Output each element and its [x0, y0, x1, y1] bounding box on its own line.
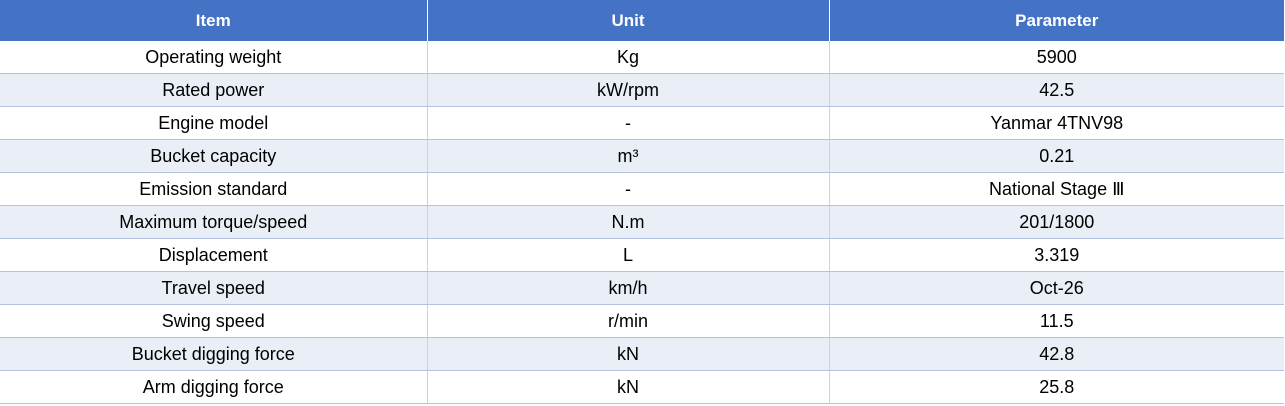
table-row: Bucket capacity m³ 0.21: [0, 139, 1284, 173]
cell-parameter: 3.319: [829, 238, 1284, 272]
cell-item: Displacement: [0, 238, 428, 272]
header-unit: Unit: [427, 0, 830, 41]
cell-item: Operating weight: [0, 41, 428, 74]
spec-table-body: Operating weight Kg 5900 Rated power kW/…: [0, 41, 1284, 404]
cell-item: Bucket digging force: [0, 337, 428, 371]
table-row: Bucket digging force kN 42.8: [0, 337, 1284, 371]
cell-item: Maximum torque/speed: [0, 205, 428, 239]
cell-item: Rated power: [0, 73, 428, 107]
table-row: Rated power kW/rpm 42.5: [0, 73, 1284, 107]
cell-parameter: 11.5: [829, 304, 1284, 338]
cell-unit: kN: [427, 370, 830, 404]
cell-parameter: 201/1800: [829, 205, 1284, 239]
cell-parameter: 25.8: [829, 370, 1284, 404]
table-row: Swing speed r/min 11.5: [0, 304, 1284, 338]
cell-unit: -: [427, 106, 830, 140]
cell-parameter: National Stage Ⅲ: [829, 172, 1284, 206]
cell-unit: km/h: [427, 271, 830, 305]
cell-parameter: 0.21: [829, 139, 1284, 173]
header-item: Item: [0, 0, 428, 41]
table-row: Maximum torque/speed N.m 201/1800: [0, 205, 1284, 239]
cell-unit: kW/rpm: [427, 73, 830, 107]
cell-item: Swing speed: [0, 304, 428, 338]
cell-unit: kN: [427, 337, 830, 371]
table-row: Displacement L 3.319: [0, 238, 1284, 272]
header-parameter: Parameter: [829, 0, 1284, 41]
cell-unit: L: [427, 238, 830, 272]
cell-item: Arm digging force: [0, 370, 428, 404]
table-row: Engine model - Yanmar 4TNV98: [0, 106, 1284, 140]
cell-item: Bucket capacity: [0, 139, 428, 173]
cell-unit: -: [427, 172, 830, 206]
spec-table-header: Item Unit Parameter: [0, 0, 1284, 41]
cell-unit: Kg: [427, 41, 830, 74]
cell-item: Emission standard: [0, 172, 428, 206]
table-row: Travel speed km/h Oct-26: [0, 271, 1284, 305]
table-row: Emission standard - National Stage Ⅲ: [0, 172, 1284, 206]
spec-table: Item Unit Parameter Operating weight Kg …: [0, 0, 1284, 404]
cell-unit: N.m: [427, 205, 830, 239]
table-row: Arm digging force kN 25.8: [0, 370, 1284, 404]
header-row: Item Unit Parameter: [0, 0, 1284, 41]
cell-parameter: 42.8: [829, 337, 1284, 371]
cell-unit: r/min: [427, 304, 830, 338]
cell-item: Engine model: [0, 106, 428, 140]
table-row: Operating weight Kg 5900: [0, 41, 1284, 74]
cell-unit: m³: [427, 139, 830, 173]
cell-parameter: Yanmar 4TNV98: [829, 106, 1284, 140]
cell-item: Travel speed: [0, 271, 428, 305]
cell-parameter: Oct-26: [829, 271, 1284, 305]
cell-parameter: 42.5: [829, 73, 1284, 107]
cell-parameter: 5900: [829, 41, 1284, 74]
